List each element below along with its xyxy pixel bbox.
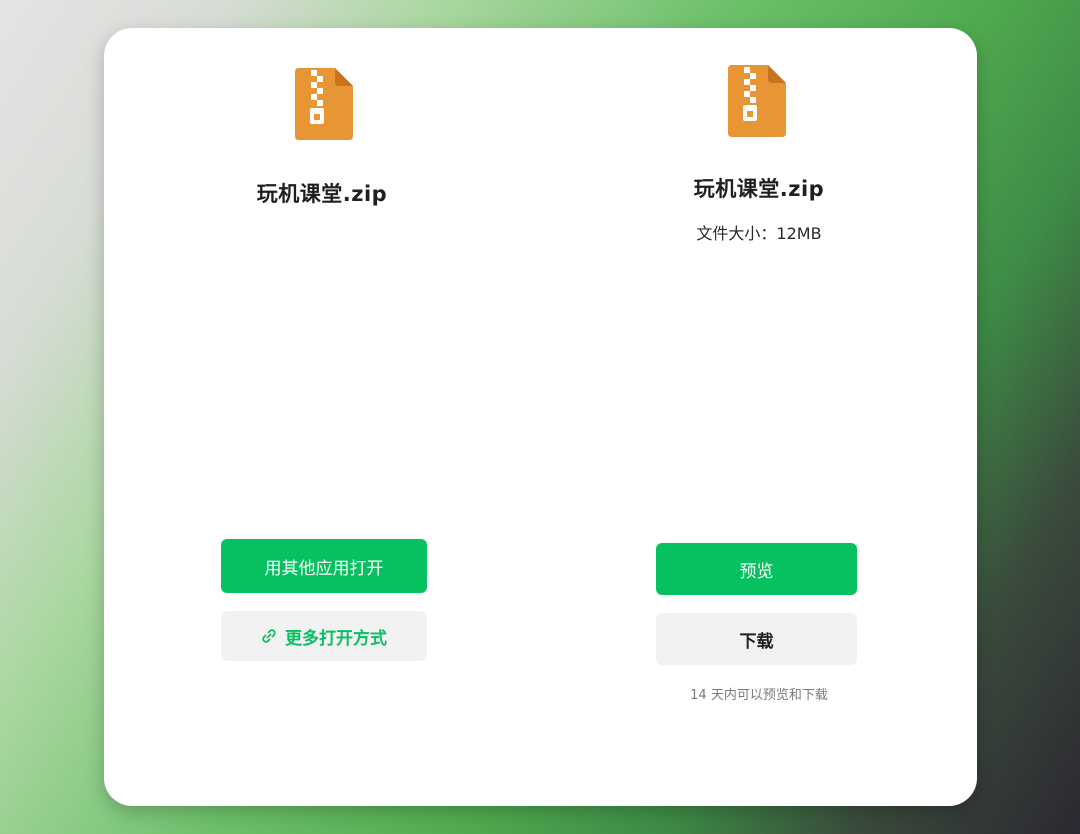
open-with-other-app-label: 用其他应用打开 — [264, 558, 384, 579]
file-share-card: 玩机课堂.zip 用其他应用打开 更多打开方式 玩机课堂.zip 文件大小：12… — [104, 28, 977, 806]
download-file-panel: 玩机课堂.zip 文件大小：12MB 预览 下载 14 天内可以预览和下载 — [541, 28, 977, 806]
file-name: 玩机课堂.zip — [256, 182, 388, 206]
open-with-other-app-button[interactable]: 用其他应用打开 — [221, 539, 427, 593]
file-size: 文件大小：12MB — [696, 224, 822, 243]
preview-button[interactable]: 预览 — [656, 543, 857, 595]
preview-label: 预览 — [739, 561, 774, 582]
zip-file-icon — [728, 65, 786, 137]
more-open-methods-label: 更多打开方式 — [285, 628, 387, 649]
zip-file-icon — [295, 68, 353, 140]
file-name: 玩机课堂.zip — [693, 177, 825, 201]
availability-hint: 14 天内可以预览和下载 — [690, 688, 828, 703]
link-icon — [261, 628, 277, 644]
download-label: 下载 — [739, 631, 774, 652]
more-open-methods-button[interactable]: 更多打开方式 — [221, 611, 427, 661]
download-button[interactable]: 下载 — [656, 613, 857, 665]
open-file-panel: 玩机课堂.zip 用其他应用打开 更多打开方式 — [104, 28, 540, 806]
